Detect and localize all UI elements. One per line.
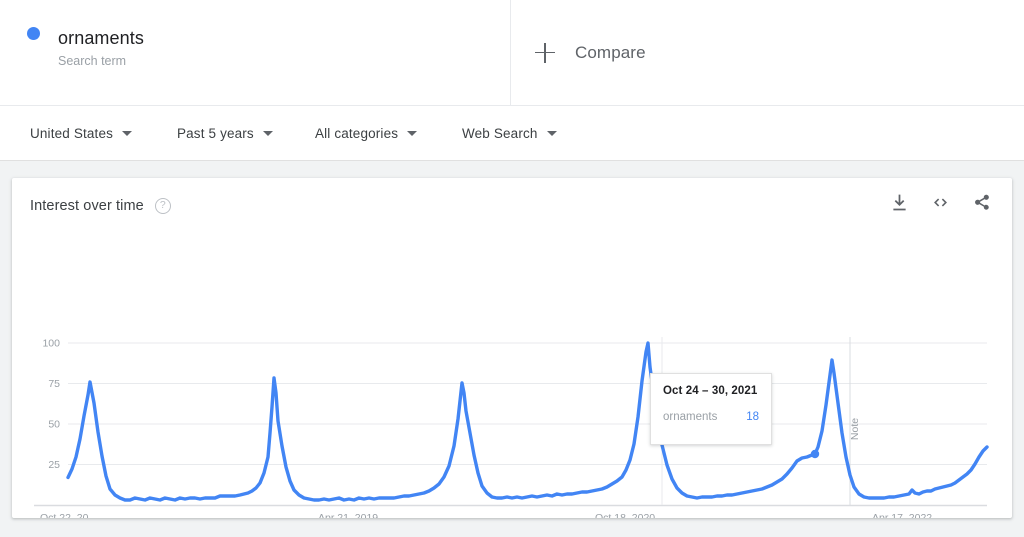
note-label: Note <box>849 418 861 440</box>
series-color-dot <box>27 27 40 40</box>
search-term-card[interactable]: ornaments Search term <box>0 0 511 105</box>
hover-point <box>810 449 820 459</box>
card-actions <box>889 192 992 213</box>
download-icon[interactable] <box>889 192 910 213</box>
tooltip-date: Oct 24 – 30, 2021 <box>663 385 758 397</box>
tooltip-series-name: ornaments <box>663 411 718 423</box>
chart-tooltip: Oct 24 – 30, 2021 ornaments 18 <box>650 373 772 445</box>
filter-search-type[interactable]: Web Search <box>462 126 557 141</box>
search-term-subtitle: Search term <box>58 54 127 68</box>
filter-bar: United States Past 5 years All categorie… <box>0 105 1024 161</box>
card-title: Interest over time <box>30 197 144 214</box>
tooltip-value: 18 <box>746 411 759 423</box>
compare-card[interactable]: Compare <box>511 0 1024 105</box>
chart-y-axis: 100 75 50 25 <box>42 338 60 472</box>
y-tick-50: 50 <box>48 419 60 431</box>
filter-region-label: United States <box>30 125 113 141</box>
chart-x-axis: Oct 22, 20... Apr 21, 2019 Oct 18, 2020 … <box>40 512 932 518</box>
plus-icon <box>535 42 555 63</box>
interest-over-time-chart[interactable]: 100 75 50 25 Note Oct 22, 20... Apr 21, … <box>12 233 1012 518</box>
y-tick-75: 75 <box>48 378 60 390</box>
x-tick-3: Apr 17, 2022 <box>872 512 932 518</box>
x-tick-2: Oct 18, 2020 <box>595 512 655 518</box>
filter-category[interactable]: All categories <box>315 125 418 141</box>
filter-region[interactable]: United States <box>30 126 132 141</box>
filter-time-range[interactable]: Past 5 years <box>177 126 273 141</box>
interest-over-time-card: Interest over time ? 100 75 50 25 Note O… <box>12 178 1012 518</box>
y-tick-100: 100 <box>42 338 60 350</box>
chart-svg: 100 75 50 25 Note Oct 22, 20... Apr 21, … <box>34 337 989 518</box>
chevron-down-icon <box>546 130 557 136</box>
google-trends-page: ornaments Search term Compare United Sta… <box>0 0 1024 537</box>
chevron-down-icon <box>407 130 418 136</box>
help-icon[interactable]: ? <box>154 197 171 214</box>
x-tick-0: Oct 22, 20... <box>40 512 97 518</box>
filter-time-range-label: Past 5 years <box>177 125 254 141</box>
search-term-title: ornaments <box>58 28 144 48</box>
compare-label: Compare <box>575 42 646 62</box>
chevron-down-icon <box>262 130 273 136</box>
share-icon[interactable] <box>971 192 992 213</box>
chart-gridlines <box>68 342 987 465</box>
y-tick-25: 25 <box>48 459 60 471</box>
search-term-bar: ornaments Search term Compare <box>0 0 1024 105</box>
filter-category-label: All categories <box>315 125 399 141</box>
filter-search-type-label: Web Search <box>462 125 538 141</box>
card-header: Interest over time ? <box>12 178 1012 233</box>
chevron-down-icon <box>122 130 132 136</box>
x-tick-1: Apr 21, 2019 <box>318 512 378 518</box>
embed-icon[interactable] <box>930 192 951 213</box>
